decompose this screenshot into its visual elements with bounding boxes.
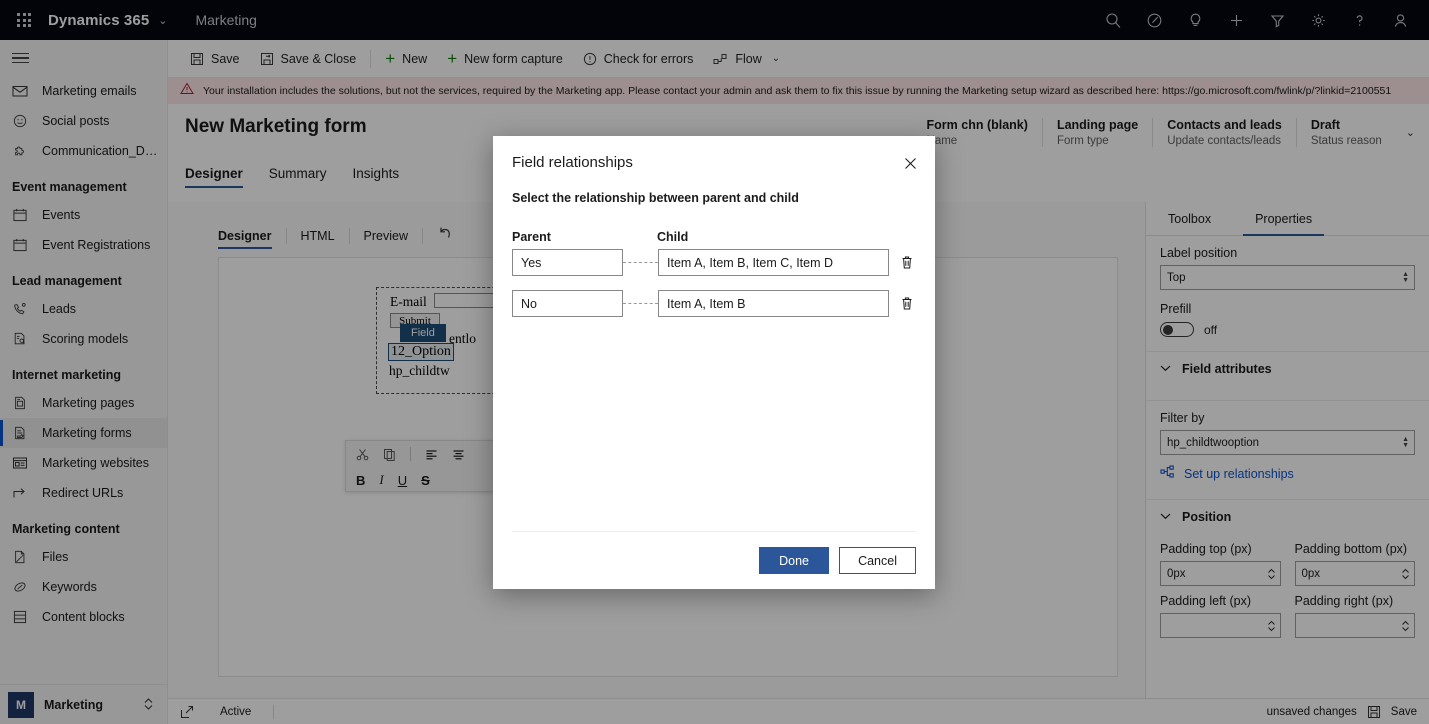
relationship-rows: Yes Item A, Item B, Item C, Item D No Item … (512, 249, 920, 331)
parent-input[interactable]: No (512, 290, 623, 317)
dialog-subtitle: Select the relationship between parent a… (512, 191, 799, 205)
child-input[interactable]: Item A, Item B (658, 290, 889, 317)
child-value: Item A, Item B (667, 296, 746, 311)
trash-icon[interactable] (894, 296, 920, 311)
parent-input[interactable]: Yes (512, 249, 623, 276)
child-input[interactable]: Item A, Item B, Item C, Item D (658, 249, 889, 276)
connector-line (623, 262, 658, 263)
parent-value: Yes (521, 255, 542, 270)
child-column-header: Child (657, 230, 689, 244)
close-icon[interactable] (899, 152, 921, 174)
relationship-row: No Item A, Item B (512, 290, 920, 317)
app-root: Dynamics 365 ⌄ Marketing Marketing email… (0, 0, 1429, 724)
parent-column-header: Parent (512, 230, 551, 244)
parent-value: No (521, 296, 537, 311)
done-button[interactable]: Done (759, 547, 830, 574)
relationship-row: Yes Item A, Item B, Item C, Item D (512, 249, 920, 276)
child-value: Item A, Item B, Item C, Item D (667, 255, 834, 270)
divider (512, 531, 916, 532)
field-relationships-dialog: Field relationships Select the relations… (493, 136, 935, 589)
dialog-title: Field relationships (512, 154, 633, 171)
connector-line (623, 303, 658, 304)
cancel-button[interactable]: Cancel (839, 547, 916, 574)
trash-icon[interactable] (894, 255, 920, 270)
dialog-footer: Done Cancel (759, 547, 916, 574)
